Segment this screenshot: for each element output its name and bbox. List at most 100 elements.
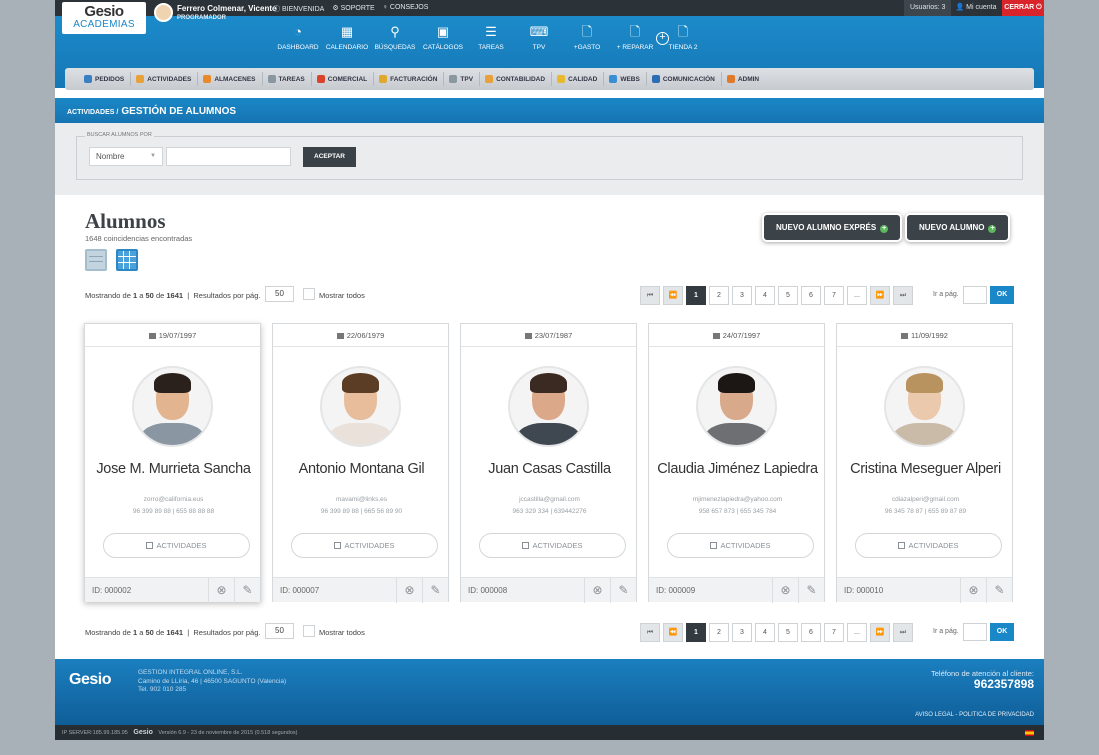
new-student-express-button[interactable]: NUEVO ALUMNO EXPRÉS +: [764, 215, 901, 240]
module-calidad[interactable]: CALIDAD: [552, 72, 605, 86]
page-button[interactable]: 2: [709, 623, 729, 642]
page-button[interactable]: ...: [847, 623, 867, 642]
activities-button[interactable]: ACTIVIDADES: [667, 533, 814, 558]
user-avatar[interactable]: [154, 3, 173, 22]
next-page-button[interactable]: ⏩: [870, 286, 890, 305]
nav-búsquedas[interactable]: ⚲ BÚSQUEDAS: [371, 24, 419, 51]
module-webs[interactable]: WEBS: [604, 72, 647, 86]
grid-view-icon[interactable]: [116, 249, 138, 271]
student-name[interactable]: Jose M. Murrieta Sancha: [85, 461, 262, 477]
list-view-icon[interactable]: [85, 249, 107, 271]
module-comunicación[interactable]: COMUNICACIÓN: [647, 72, 722, 86]
first-page-button[interactable]: ⏮: [640, 623, 660, 642]
module-almacenes[interactable]: ALMACENES: [198, 72, 263, 86]
activities-button[interactable]: ACTIVIDADES: [103, 533, 250, 558]
student-card[interactable]: 19/07/1997 Jose M. Murrieta Sancha zorro@c…: [84, 323, 262, 603]
nav-tpv[interactable]: ⌨ TPV: [515, 24, 563, 51]
page-button[interactable]: 7: [824, 623, 844, 642]
add-shortcut-icon[interactable]: +: [656, 32, 669, 45]
nav-calendario[interactable]: ▦ CALENDARIO: [323, 24, 371, 51]
student-photo[interactable]: [884, 366, 965, 447]
welcome-link[interactable]: ⓘ BIENVENIDA: [273, 4, 324, 14]
student-card[interactable]: 22/06/1979 Antonio Montana Gil mavami@link…: [272, 323, 450, 603]
edit-icon[interactable]: ✎: [986, 578, 1012, 603]
show-all-checkbox[interactable]: [303, 288, 315, 300]
page-button[interactable]: 7: [824, 286, 844, 305]
page-button[interactable]: 3: [732, 286, 752, 305]
page-button[interactable]: 1: [686, 286, 706, 305]
last-page-button[interactable]: ⏭: [893, 286, 913, 305]
module-admin[interactable]: ADMIN: [722, 72, 765, 86]
edit-icon[interactable]: ✎: [798, 578, 824, 603]
page-button[interactable]: 6: [801, 286, 821, 305]
search-accept-button[interactable]: ACEPTAR: [303, 147, 356, 167]
student-photo[interactable]: [320, 366, 401, 447]
page-button[interactable]: 1: [686, 623, 706, 642]
page-button[interactable]: 2: [709, 286, 729, 305]
nav-dashboard[interactable]: ◔ DASHBOARD: [273, 24, 323, 51]
module-tpv[interactable]: TPV: [444, 72, 481, 86]
activities-button[interactable]: ACTIVIDADES: [479, 533, 626, 558]
edit-icon[interactable]: ✎: [234, 578, 260, 603]
delete-icon[interactable]: ⊗: [208, 578, 234, 603]
spain-flag-icon[interactable]: [1025, 730, 1034, 736]
student-name[interactable]: Cristina Meseguer Alperi: [837, 461, 1014, 477]
student-name[interactable]: Antonio Montana Gil: [273, 461, 450, 477]
edit-icon[interactable]: ✎: [422, 578, 448, 603]
page-button[interactable]: ...: [847, 286, 867, 305]
nav--gasto[interactable]: 🗋 +GASTO: [563, 24, 611, 51]
per-page-input[interactable]: 50: [265, 623, 294, 639]
delete-icon[interactable]: ⊗: [960, 578, 986, 603]
search-input[interactable]: [166, 147, 291, 166]
module-facturación[interactable]: FACTURACIÓN: [374, 72, 445, 86]
delete-icon[interactable]: ⊗: [584, 578, 610, 603]
next-page-button[interactable]: ⏩: [870, 623, 890, 642]
prev-page-button[interactable]: ⏪: [663, 286, 683, 305]
page-button[interactable]: 4: [755, 623, 775, 642]
student-card[interactable]: 11/09/1992 Cristina Meseguer Alperi cdiaza…: [836, 323, 1014, 603]
student-card[interactable]: 24/07/1997 Claudia Jiménez Lapiedra mjimen…: [648, 323, 826, 603]
goto-page-input[interactable]: [963, 286, 987, 304]
nav--reparar[interactable]: 🗋 + REPARAR: [611, 24, 659, 51]
edit-icon[interactable]: ✎: [610, 578, 636, 603]
search-field-select[interactable]: Nombre ▼: [89, 147, 163, 166]
module-contabilidad[interactable]: CONTABILIDAD: [480, 72, 553, 86]
goto-page-input[interactable]: [963, 623, 987, 641]
activities-button[interactable]: ACTIVIDADES: [855, 533, 1002, 558]
module-comercial[interactable]: COMERCIAL: [312, 72, 375, 86]
student-card[interactable]: 23/07/1987 Juan Casas Castilla jccastilla@…: [460, 323, 638, 603]
breadcrumb-parent[interactable]: ACTIVIDADES /: [67, 109, 118, 116]
student-name[interactable]: Juan Casas Castilla: [461, 461, 638, 477]
nav-tareas[interactable]: ☰ TAREAS: [467, 24, 515, 51]
page-button[interactable]: 6: [801, 623, 821, 642]
activities-button[interactable]: ACTIVIDADES: [291, 533, 438, 558]
module-pedidos[interactable]: PEDIDOS: [79, 72, 132, 86]
logout-button[interactable]: CERRAR ⏻: [1002, 0, 1044, 16]
app-logo[interactable]: Gesio ACADEMIAS: [62, 2, 146, 34]
delete-icon[interactable]: ⊗: [772, 578, 798, 603]
goto-ok-button[interactable]: OK: [990, 286, 1014, 304]
my-account-link[interactable]: 👤 Mi cuenta: [950, 0, 1002, 16]
prev-page-button[interactable]: ⏪: [663, 623, 683, 642]
page-button[interactable]: 4: [755, 286, 775, 305]
page-button[interactable]: 5: [778, 286, 798, 305]
page-button[interactable]: 5: [778, 623, 798, 642]
nav-catálogos[interactable]: ▣ CATÁLOGOS: [419, 24, 467, 51]
per-page-input[interactable]: 50: [265, 286, 294, 302]
module-actividades[interactable]: ACTIVIDADES: [131, 72, 199, 86]
first-page-button[interactable]: ⏮: [640, 286, 660, 305]
tips-link[interactable]: ♀ CONSEJOS: [383, 4, 429, 14]
module-tareas[interactable]: TAREAS: [263, 72, 312, 86]
page-button[interactable]: 3: [732, 623, 752, 642]
delete-icon[interactable]: ⊗: [396, 578, 422, 603]
show-all-checkbox[interactable]: [303, 625, 315, 637]
student-photo[interactable]: [508, 366, 589, 447]
support-link[interactable]: ⚙ SOPORTE: [332, 4, 374, 14]
user-name[interactable]: Ferrero Colmenar, Vicente: [177, 4, 276, 13]
users-count[interactable]: Usuarios: 3: [904, 0, 952, 16]
legal-links[interactable]: AVISO LEGAL - POLITICA DE PRIVACIDAD: [915, 712, 1034, 718]
last-page-button[interactable]: ⏭: [893, 623, 913, 642]
student-photo[interactable]: [132, 366, 213, 447]
student-name[interactable]: Claudia Jiménez Lapiedra: [649, 461, 826, 477]
goto-ok-button[interactable]: OK: [990, 623, 1014, 641]
